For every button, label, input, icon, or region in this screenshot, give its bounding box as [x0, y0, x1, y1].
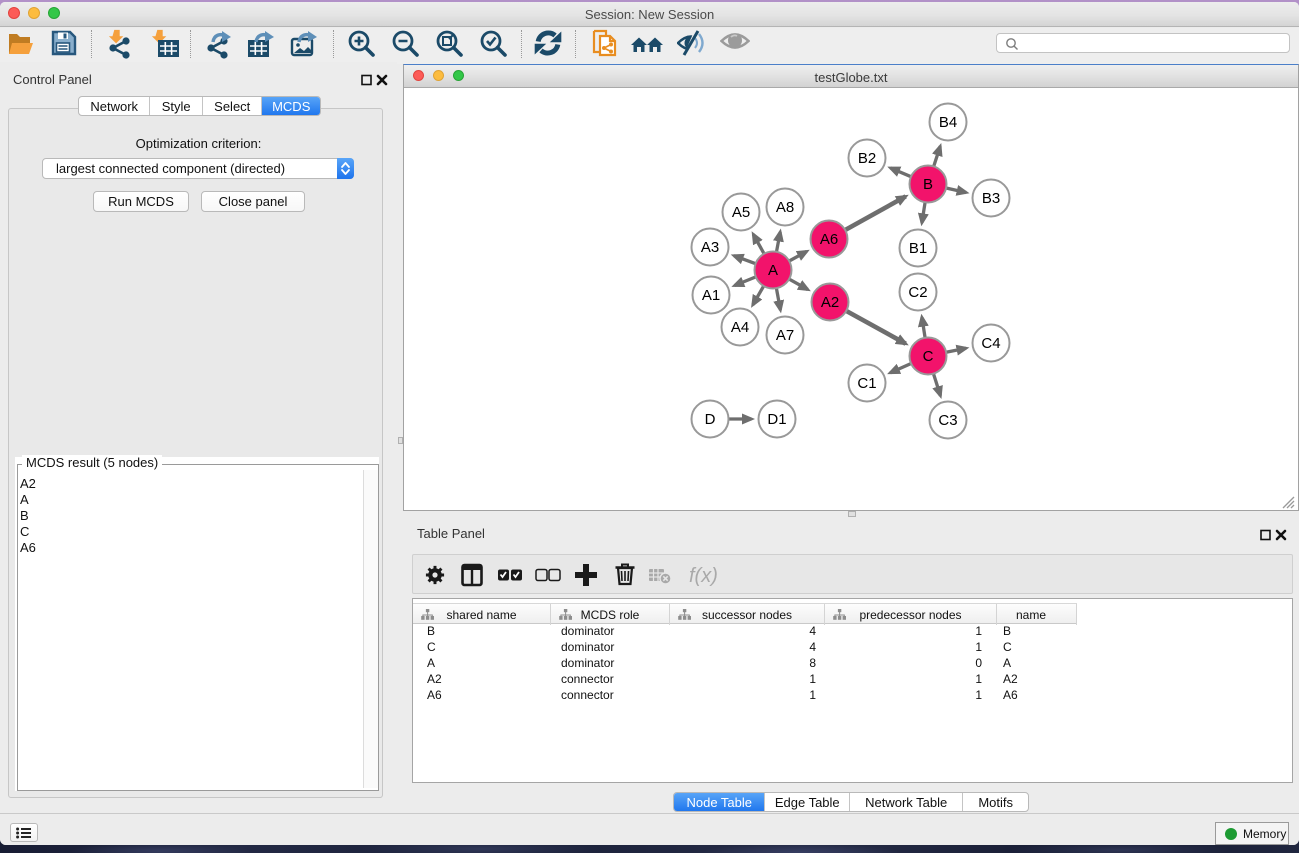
svg-text:B3: B3	[982, 190, 1000, 207]
svg-text:B: B	[923, 176, 933, 193]
svg-text:C4: C4	[981, 335, 1000, 352]
svg-text:B4: B4	[939, 114, 957, 131]
svg-text:A5: A5	[732, 204, 750, 221]
svg-text:A2: A2	[821, 294, 839, 311]
svg-text:D: D	[705, 411, 716, 428]
svg-text:C: C	[923, 348, 934, 365]
svg-text:A3: A3	[701, 239, 719, 256]
svg-text:A1: A1	[702, 287, 720, 304]
svg-text:D1: D1	[767, 411, 786, 428]
svg-text:A4: A4	[731, 319, 749, 336]
svg-text:A6: A6	[820, 231, 838, 248]
svg-text:C3: C3	[938, 412, 957, 429]
svg-text:A8: A8	[776, 199, 794, 216]
svg-text:f(x): f(x)	[689, 565, 718, 587]
svg-text:C1: C1	[857, 375, 876, 392]
svg-text:C2: C2	[908, 284, 927, 301]
svg-text:B2: B2	[858, 150, 876, 167]
svg-text:A7: A7	[776, 327, 794, 344]
svg-text:B1: B1	[909, 240, 927, 257]
svg-text:A: A	[768, 262, 778, 279]
